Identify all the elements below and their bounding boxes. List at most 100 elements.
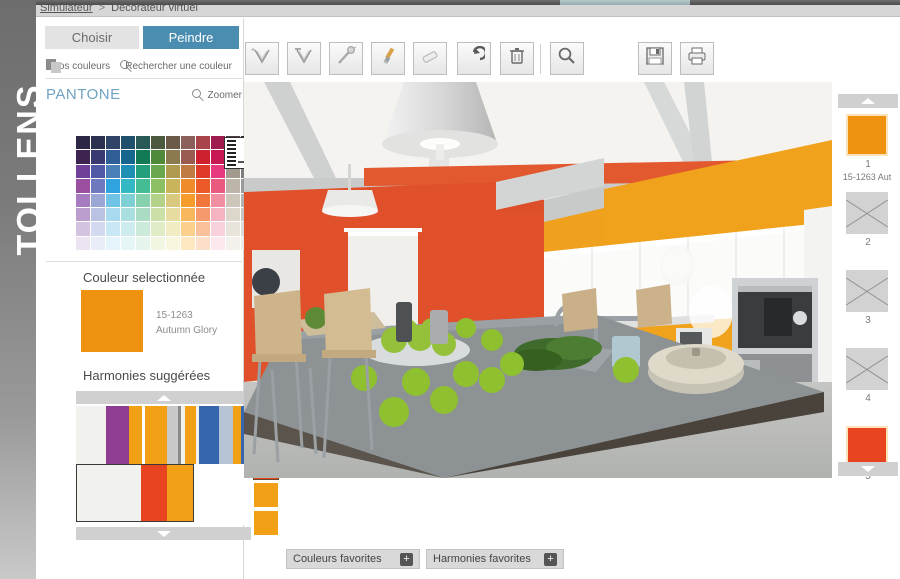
palette-cell[interactable] xyxy=(181,179,195,193)
palette-cell[interactable] xyxy=(196,207,210,222)
palette-cell[interactable] xyxy=(166,150,180,164)
palette-cell[interactable] xyxy=(136,222,150,236)
brush-button[interactable] xyxy=(371,42,405,75)
palette-cell[interactable] xyxy=(211,207,225,222)
palette-cell[interactable] xyxy=(196,222,210,236)
undo-button[interactable] xyxy=(457,42,491,75)
palette-cell[interactable] xyxy=(151,179,165,193)
layer-thumb[interactable] xyxy=(846,348,888,390)
palette-cell[interactable] xyxy=(181,236,195,250)
palette-cell[interactable] xyxy=(91,236,105,250)
couleurs-favorites-button[interactable]: Couleurs favorites + xyxy=(286,549,420,569)
palette-cell[interactable] xyxy=(121,193,135,207)
palette-cell[interactable] xyxy=(211,179,225,193)
palette-cell[interactable] xyxy=(196,150,210,164)
palette-cell[interactable] xyxy=(151,236,165,250)
palette-cell[interactable] xyxy=(106,193,120,207)
palette-cell[interactable] xyxy=(181,164,195,179)
layers-scroll-up[interactable] xyxy=(838,94,898,108)
palette-cell[interactable] xyxy=(91,164,105,179)
palette-cell[interactable] xyxy=(151,207,165,222)
breadcrumb-root-link[interactable]: Simulateur xyxy=(40,2,93,14)
palette-cell[interactable] xyxy=(166,222,180,236)
harmony-row[interactable] xyxy=(76,406,251,464)
tab-choisir[interactable]: Choisir xyxy=(45,26,139,49)
palette-cell[interactable] xyxy=(106,236,120,250)
palette-cell[interactable] xyxy=(91,222,105,236)
palette-cell[interactable] xyxy=(106,164,120,179)
palette-cell[interactable] xyxy=(151,150,165,164)
palette-cell[interactable] xyxy=(151,222,165,236)
palette-cell[interactable] xyxy=(106,150,120,164)
palette-cell[interactable] xyxy=(136,193,150,207)
palette-cell[interactable] xyxy=(136,207,150,222)
palette-cell[interactable] xyxy=(166,193,180,207)
rechercher-couleur-label[interactable]: Rechercher une couleur xyxy=(125,61,232,72)
palette-cell[interactable] xyxy=(106,136,120,150)
palette-cell[interactable] xyxy=(166,207,180,222)
harmony-side-swatch[interactable] xyxy=(254,511,278,535)
palette-cell[interactable] xyxy=(226,193,240,207)
palette-cell[interactable] xyxy=(106,179,120,193)
add-zone-button[interactable]: + xyxy=(245,42,279,75)
palette-cell[interactable] xyxy=(211,150,225,164)
palette-cell[interactable] xyxy=(166,136,180,150)
remove-zone-button[interactable] xyxy=(287,42,321,75)
tab-peindre[interactable]: Peindre xyxy=(143,26,239,49)
palette-cell[interactable] xyxy=(121,222,135,236)
palette-cell[interactable] xyxy=(91,193,105,207)
palette-cell[interactable] xyxy=(76,164,90,179)
palette-cell[interactable] xyxy=(136,150,150,164)
palette-cell[interactable] xyxy=(121,207,135,222)
palette-cell[interactable] xyxy=(196,179,210,193)
layer-thumb[interactable] xyxy=(846,270,888,312)
palette-cell[interactable] xyxy=(91,136,105,150)
palette-cell[interactable] xyxy=(136,164,150,179)
palette-cell[interactable] xyxy=(166,236,180,250)
palette-cell[interactable] xyxy=(76,136,90,150)
palette-cell[interactable] xyxy=(136,136,150,150)
palette-cell[interactable] xyxy=(76,193,90,207)
layer-thumb[interactable] xyxy=(846,192,888,234)
palette-cell[interactable] xyxy=(106,207,120,222)
palette-cell[interactable] xyxy=(196,136,210,150)
palette-cell[interactable] xyxy=(76,150,90,164)
palette-cell[interactable] xyxy=(226,207,240,222)
palette-cell[interactable] xyxy=(151,193,165,207)
layers-scroll-down[interactable] xyxy=(838,462,898,476)
harmonies-favorites-button[interactable]: Harmonies favorites + xyxy=(426,549,564,569)
palette-cell[interactable] xyxy=(136,236,150,250)
save-button[interactable] xyxy=(638,42,672,75)
harmonies-list[interactable] xyxy=(76,406,251,525)
palette-cell[interactable] xyxy=(226,236,240,250)
zoom-button[interactable] xyxy=(550,42,584,75)
palette-cell[interactable] xyxy=(151,164,165,179)
palette-cell[interactable] xyxy=(211,193,225,207)
palette-cell[interactable] xyxy=(91,207,105,222)
palette-cell[interactable] xyxy=(76,222,90,236)
palette-cell[interactable] xyxy=(211,164,225,179)
palette-cell[interactable] xyxy=(121,136,135,150)
palette-cell[interactable] xyxy=(121,236,135,250)
palette-cell[interactable] xyxy=(181,222,195,236)
palette-cell[interactable] xyxy=(166,164,180,179)
plus-icon[interactable]: + xyxy=(544,552,557,566)
palette-cell[interactable] xyxy=(151,136,165,150)
harmony-side-swatch[interactable] xyxy=(254,483,278,507)
palette-cell[interactable] xyxy=(76,207,90,222)
palette-cell[interactable] xyxy=(196,164,210,179)
palette-cell[interactable] xyxy=(121,150,135,164)
palette-cell[interactable] xyxy=(121,164,135,179)
kitchen-simulation-photo[interactable] xyxy=(244,82,832,478)
plus-icon[interactable]: + xyxy=(400,552,413,566)
palette-cell[interactable] xyxy=(181,207,195,222)
palette-cell[interactable] xyxy=(106,222,120,236)
palette-cell[interactable] xyxy=(196,193,210,207)
layer-thumb[interactable] xyxy=(846,114,888,156)
palette-cell[interactable] xyxy=(76,179,90,193)
palette-cell[interactable] xyxy=(181,136,195,150)
palette-cell[interactable] xyxy=(91,179,105,193)
palette-cell[interactable] xyxy=(211,136,225,150)
harmony-row[interactable] xyxy=(76,464,194,522)
magic-wand-button[interactable] xyxy=(329,42,363,75)
